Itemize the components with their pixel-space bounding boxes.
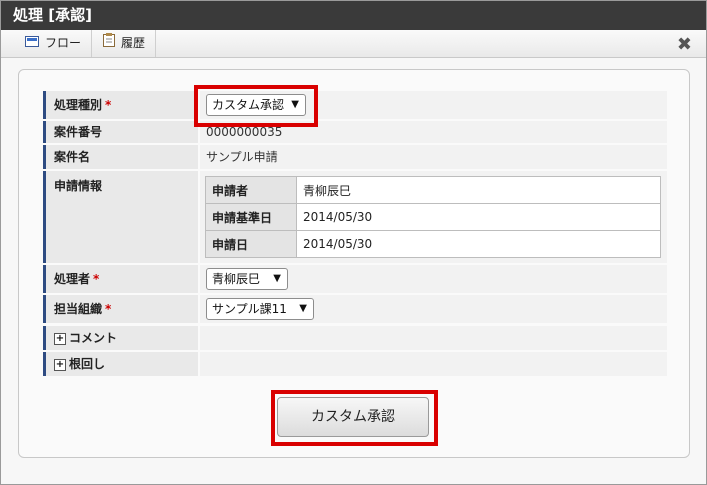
highlight-frame	[271, 390, 438, 446]
comment-label: コメント	[69, 331, 118, 345]
close-icon[interactable]: ✖	[677, 34, 692, 55]
base-date-value: 2014/05/30	[296, 203, 661, 231]
history-button[interactable]: 履歴	[95, 30, 157, 57]
required-mark: *	[105, 98, 112, 112]
row-nemawashi[interactable]: + 根回し	[43, 352, 667, 376]
required-mark: *	[93, 272, 100, 286]
application-info-label: 申請情報	[43, 171, 198, 263]
table-row: 申請者 青柳辰巳	[205, 176, 661, 204]
highlight-frame	[194, 85, 318, 127]
flow-label: フロー	[45, 36, 82, 50]
process-type-label: 処理種別	[54, 98, 103, 112]
processor-select[interactable]: 青柳辰巳 ▼	[206, 268, 288, 290]
flow-icon	[25, 30, 39, 57]
table-row: 申請日 2014/05/30	[205, 230, 661, 258]
processor-selected: 青柳辰巳	[212, 272, 261, 286]
org-select[interactable]: サンプル課11 ▼	[206, 298, 314, 320]
required-mark: *	[105, 302, 112, 316]
history-label: 履歴	[121, 36, 146, 50]
case-number-label: 案件番号	[43, 121, 198, 143]
row-comment[interactable]: + コメント	[43, 326, 667, 350]
chevron-down-icon: ▼	[299, 303, 307, 314]
row-application-info: 申請情報 申請者 青柳辰巳 申請基準日 2014/05/30 申請日 2014/…	[43, 171, 667, 263]
expand-plus-icon[interactable]: +	[54, 332, 66, 345]
case-name-label: 案件名	[43, 145, 198, 169]
dialog-window: 処理 [承認] フロー 履歴 ✖ 処理種別 * カスタム承認 ▼ 案件番号 000	[0, 0, 707, 485]
row-process-type: 処理種別 * カスタム承認 ▼	[43, 91, 667, 119]
org-label: 担当組織	[54, 302, 103, 316]
row-processor: 処理者 * 青柳辰巳 ▼	[43, 265, 667, 293]
row-case-number: 案件番号 0000000035	[43, 121, 667, 143]
org-selected: サンプル課11	[212, 302, 287, 316]
application-info-table: 申請者 青柳辰巳 申請基準日 2014/05/30 申請日 2014/05/30	[205, 176, 661, 258]
base-date-key: 申請基準日	[205, 203, 297, 231]
toolbar: フロー 履歴 ✖	[1, 30, 706, 58]
flow-button[interactable]: フロー	[17, 30, 93, 57]
processor-label: 処理者	[54, 272, 91, 286]
row-org: 担当組織 * サンプル課11 ▼	[43, 295, 667, 323]
chevron-down-icon: ▼	[273, 273, 281, 284]
table-row: 申請基準日 2014/05/30	[205, 203, 661, 231]
case-name-value: サンプル申請	[200, 145, 667, 169]
apply-date-key: 申請日	[205, 230, 297, 258]
dialog-title: 処理 [承認]	[1, 1, 706, 30]
clipboard-icon	[103, 30, 115, 57]
expand-plus-icon[interactable]: +	[54, 358, 66, 371]
nemawashi-label: 根回し	[69, 357, 106, 371]
row-case-name: 案件名 サンプル申請	[43, 145, 667, 169]
apply-date-value: 2014/05/30	[296, 230, 661, 258]
applicant-value: 青柳辰巳	[296, 176, 661, 204]
applicant-key: 申請者	[205, 176, 297, 204]
